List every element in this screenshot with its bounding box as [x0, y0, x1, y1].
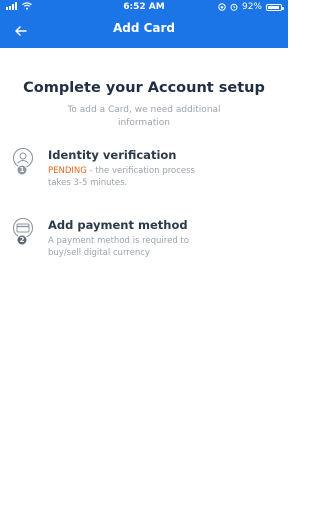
step-identity-verification[interactable]: 1 Identity verification PENDING - the ve… — [12, 148, 272, 188]
pending-status: PENDING — [48, 166, 87, 176]
step-description: PENDING - the verification process takes… — [48, 165, 218, 189]
step-title: Add payment method — [48, 218, 188, 232]
status-bar: 6:52 AM 92% — [0, 0, 288, 14]
step-number: 2 — [19, 235, 25, 244]
battery-icon — [266, 3, 284, 11]
orientation-lock-icon — [218, 3, 226, 11]
step-description: A payment method is required to buy/sell… — [48, 236, 189, 258]
title-bar: Add Card — [0, 14, 288, 48]
step-add-payment-method[interactable]: 2 Add payment method A payment method is… — [12, 218, 272, 258]
battery-fill — [268, 5, 280, 9]
step-title: Identity verification — [48, 148, 177, 162]
setup-title: Complete your Account setup — [23, 80, 265, 96]
step-number: 1 — [19, 165, 25, 174]
battery-percent: 92% — [241, 2, 262, 12]
app-header: 6:52 AM 92% Add Card — [0, 0, 288, 48]
setup-subtitle: To add a Card, we need additional inform… — [67, 105, 221, 128]
page-header-title: Add Card — [112, 21, 176, 35]
alarm-icon — [230, 3, 238, 11]
